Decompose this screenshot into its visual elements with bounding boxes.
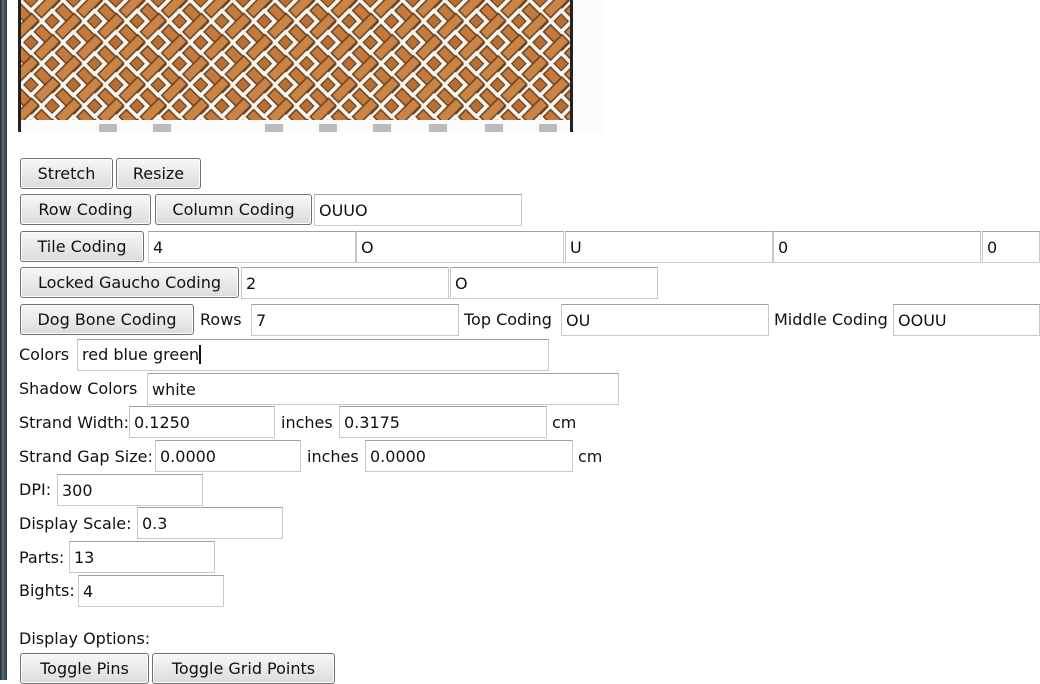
middle-coding-input[interactable]	[893, 304, 1040, 336]
toggle-pins-button[interactable]: Toggle Pins	[20, 653, 149, 684]
display-scale-input[interactable]	[137, 507, 283, 539]
locked-gaucho-input-1[interactable]	[241, 267, 449, 299]
tile-coding-input-1[interactable]	[148, 231, 356, 263]
knot-preview-image	[18, 0, 603, 132]
bights-input[interactable]	[78, 575, 224, 607]
column-coding-input[interactable]	[314, 194, 522, 226]
strand-width-inches-unit: inches	[281, 413, 333, 432]
locked-gaucho-input-2[interactable]	[450, 267, 658, 299]
colors-label: Colors	[19, 345, 70, 364]
strand-gap-inches-input[interactable]	[155, 440, 301, 472]
rows-label: Rows	[200, 310, 242, 329]
colors-input-text: red blue green	[82, 345, 202, 364]
tile-coding-button[interactable]: Tile Coding	[20, 231, 144, 262]
shadow-colors-input[interactable]	[147, 373, 619, 405]
parts-input[interactable]	[69, 541, 215, 573]
colors-input[interactable]: red blue green	[77, 339, 549, 371]
middle-coding-label: Middle Coding	[774, 310, 888, 329]
display-scale-label: Display Scale:	[19, 514, 132, 533]
dpi-input[interactable]	[57, 474, 203, 506]
window-edge	[0, 0, 7, 680]
locked-gaucho-coding-button[interactable]: Locked Gaucho Coding	[20, 267, 239, 298]
tile-coding-input-4[interactable]	[773, 231, 981, 263]
row-coding-button[interactable]: Row Coding	[20, 194, 151, 225]
preview-frame-right	[570, 0, 573, 132]
rows-input[interactable]	[251, 304, 459, 336]
shadow-colors-label: Shadow Colors	[19, 379, 138, 398]
strand-width-inches-input[interactable]	[129, 406, 275, 438]
tile-coding-input-2[interactable]	[356, 231, 564, 263]
dpi-label: DPI:	[19, 480, 52, 499]
strand-gap-label: Strand Gap Size:	[19, 447, 153, 466]
dog-bone-coding-button[interactable]: Dog Bone Coding	[20, 304, 194, 335]
display-options-label: Display Options:	[19, 629, 151, 648]
strand-gap-cm-input[interactable]	[365, 440, 573, 472]
parts-label: Parts:	[19, 548, 65, 567]
tile-coding-input-5[interactable]	[982, 231, 1040, 263]
strand-gap-cm-unit: cm	[578, 447, 603, 466]
column-coding-button[interactable]: Column Coding	[155, 194, 312, 225]
strand-width-cm-input[interactable]	[339, 406, 547, 438]
stretch-button[interactable]: Stretch	[20, 158, 113, 189]
top-coding-input[interactable]	[561, 304, 769, 336]
resize-button[interactable]: Resize	[116, 158, 201, 189]
strand-width-cm-unit: cm	[552, 413, 577, 432]
strand-width-label: Strand Width:	[19, 413, 130, 432]
toggle-grid-points-button[interactable]: Toggle Grid Points	[152, 653, 335, 684]
bights-label: Bights:	[19, 581, 75, 600]
tile-coding-input-3[interactable]	[565, 231, 773, 263]
top-coding-label: Top Coding	[464, 310, 552, 329]
strand-gap-inches-unit: inches	[307, 447, 359, 466]
braid-pattern	[21, 0, 573, 132]
